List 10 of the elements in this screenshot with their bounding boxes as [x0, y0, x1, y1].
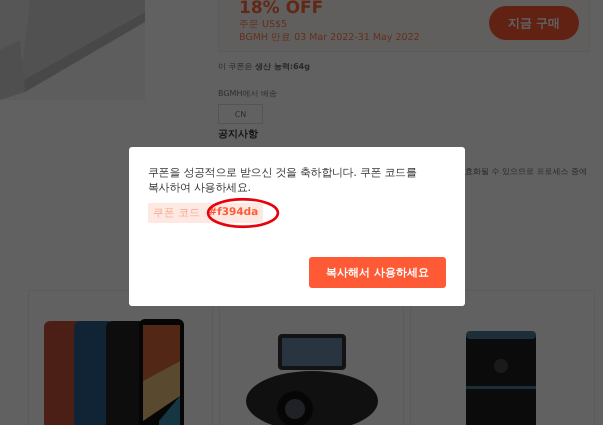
notice-text: 효화될 수 있으므로 프로세스 중에	[465, 166, 588, 177]
discount-text: 18% OFF	[239, 0, 324, 18]
dialog-message: 쿠폰을 성공적으로 받으신 것을 축하합니다. 쿠폰 코드를 복사하여 사용하세요.	[148, 165, 418, 195]
coupon-scope-text: 이 쿠폰은 생산 능력:64g	[218, 61, 310, 72]
min-order-text: 주문 US$5	[239, 18, 288, 31]
buy-now-button[interactable]: 지금 구매	[489, 6, 579, 40]
validity-text: BGMH 만료 03 Mar 2022-31 May 2022	[239, 31, 420, 44]
notice-title: 공지사항	[218, 128, 258, 141]
coupon-code-label: 쿠폰 코드	[153, 206, 200, 220]
copy-code-button[interactable]: 복사해서 사용하세요	[309, 257, 446, 288]
